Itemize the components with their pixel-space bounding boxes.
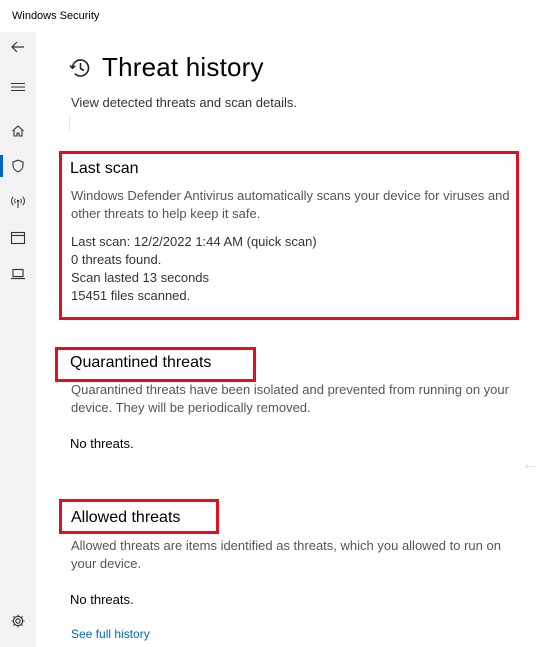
laptop-icon [11, 268, 25, 280]
sidebar-item-device-security[interactable] [0, 259, 36, 289]
windows-security-window: Windows Security Threat history View det… [0, 0, 552, 647]
quarantined-threats-highlight-box [55, 347, 256, 382]
text-caret [69, 116, 70, 130]
menu-button[interactable] [0, 72, 36, 102]
see-full-history-link[interactable]: See full history [71, 627, 150, 641]
quarantined-threats-description: Quarantined threats have been isolated a… [71, 382, 509, 415]
last-scan-highlight-box [59, 151, 519, 320]
page-title: Threat history [102, 52, 264, 82]
sidebar [0, 32, 36, 647]
settings-button[interactable] [0, 606, 36, 636]
app-browser-icon [10, 231, 26, 245]
wireless-icon [11, 196, 25, 208]
page-subtitle: View detected threats and scan details. [71, 95, 297, 110]
allowed-threats-highlight-box [59, 499, 219, 534]
back-button[interactable] [0, 32, 36, 62]
home-icon [12, 125, 24, 137]
shield-icon [12, 159, 24, 173]
gear-icon [11, 614, 25, 628]
sidebar-item-home[interactable] [0, 116, 36, 146]
allowed-threats-status: No threats. [70, 592, 134, 607]
hamburger-menu-icon [11, 82, 25, 92]
app-title: Windows Security [12, 10, 100, 22]
main-content: Threat history View detected threats and… [36, 32, 552, 647]
page-header: Threat history [68, 52, 264, 83]
faint-back-arrow-icon: ← [522, 456, 538, 473]
sidebar-item-firewall-network[interactable] [0, 187, 36, 217]
quarantined-threats-status: No threats. [70, 436, 134, 451]
sidebar-item-virus-protection[interactable] [0, 151, 36, 181]
active-indicator [0, 155, 3, 177]
sidebar-item-app-browser-control[interactable] [0, 223, 36, 253]
back-arrow-icon [11, 41, 24, 53]
title-bar: Windows Security [0, 0, 552, 32]
allowed-threats-description: Allowed threats are items identified as … [71, 538, 501, 571]
history-icon [69, 58, 90, 77]
